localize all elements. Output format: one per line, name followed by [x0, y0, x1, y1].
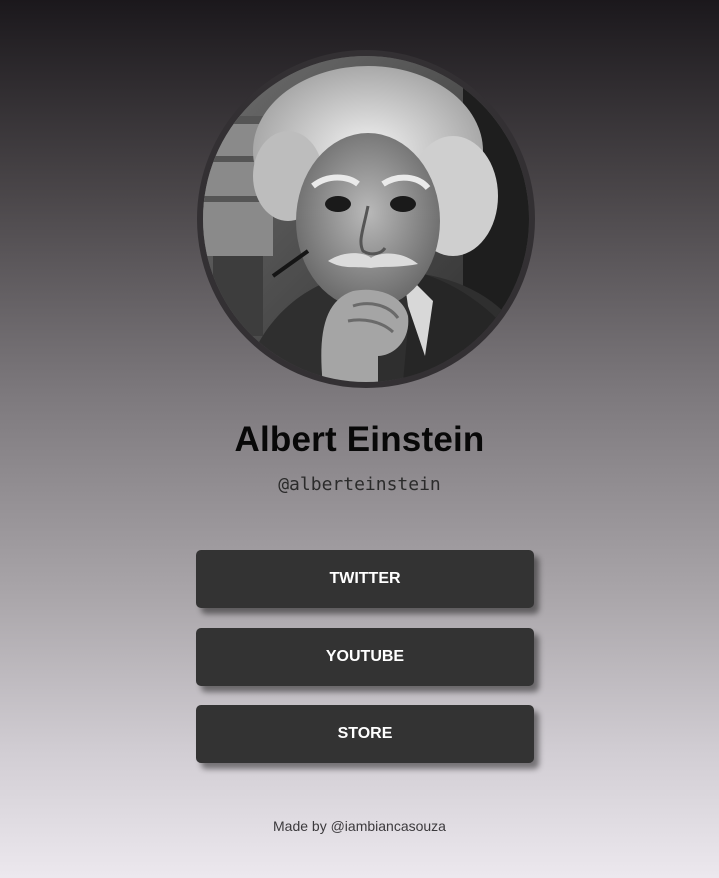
- footer-credit: Made by @iambiancasouza: [273, 818, 446, 834]
- avatar: [197, 50, 535, 388]
- profile-photo-icon: [203, 56, 529, 382]
- profile-page: Albert Einstein @alberteinstein TWITTER …: [0, 0, 719, 878]
- twitter-link-button[interactable]: TWITTER: [196, 550, 534, 608]
- store-link-button[interactable]: STORE: [196, 705, 534, 763]
- profile-handle: @alberteinstein: [278, 474, 441, 495]
- link-list: TWITTER YOUTUBE STORE: [196, 550, 534, 783]
- youtube-link-button[interactable]: YOUTUBE: [196, 628, 534, 686]
- profile-name: Albert Einstein: [234, 420, 485, 459]
